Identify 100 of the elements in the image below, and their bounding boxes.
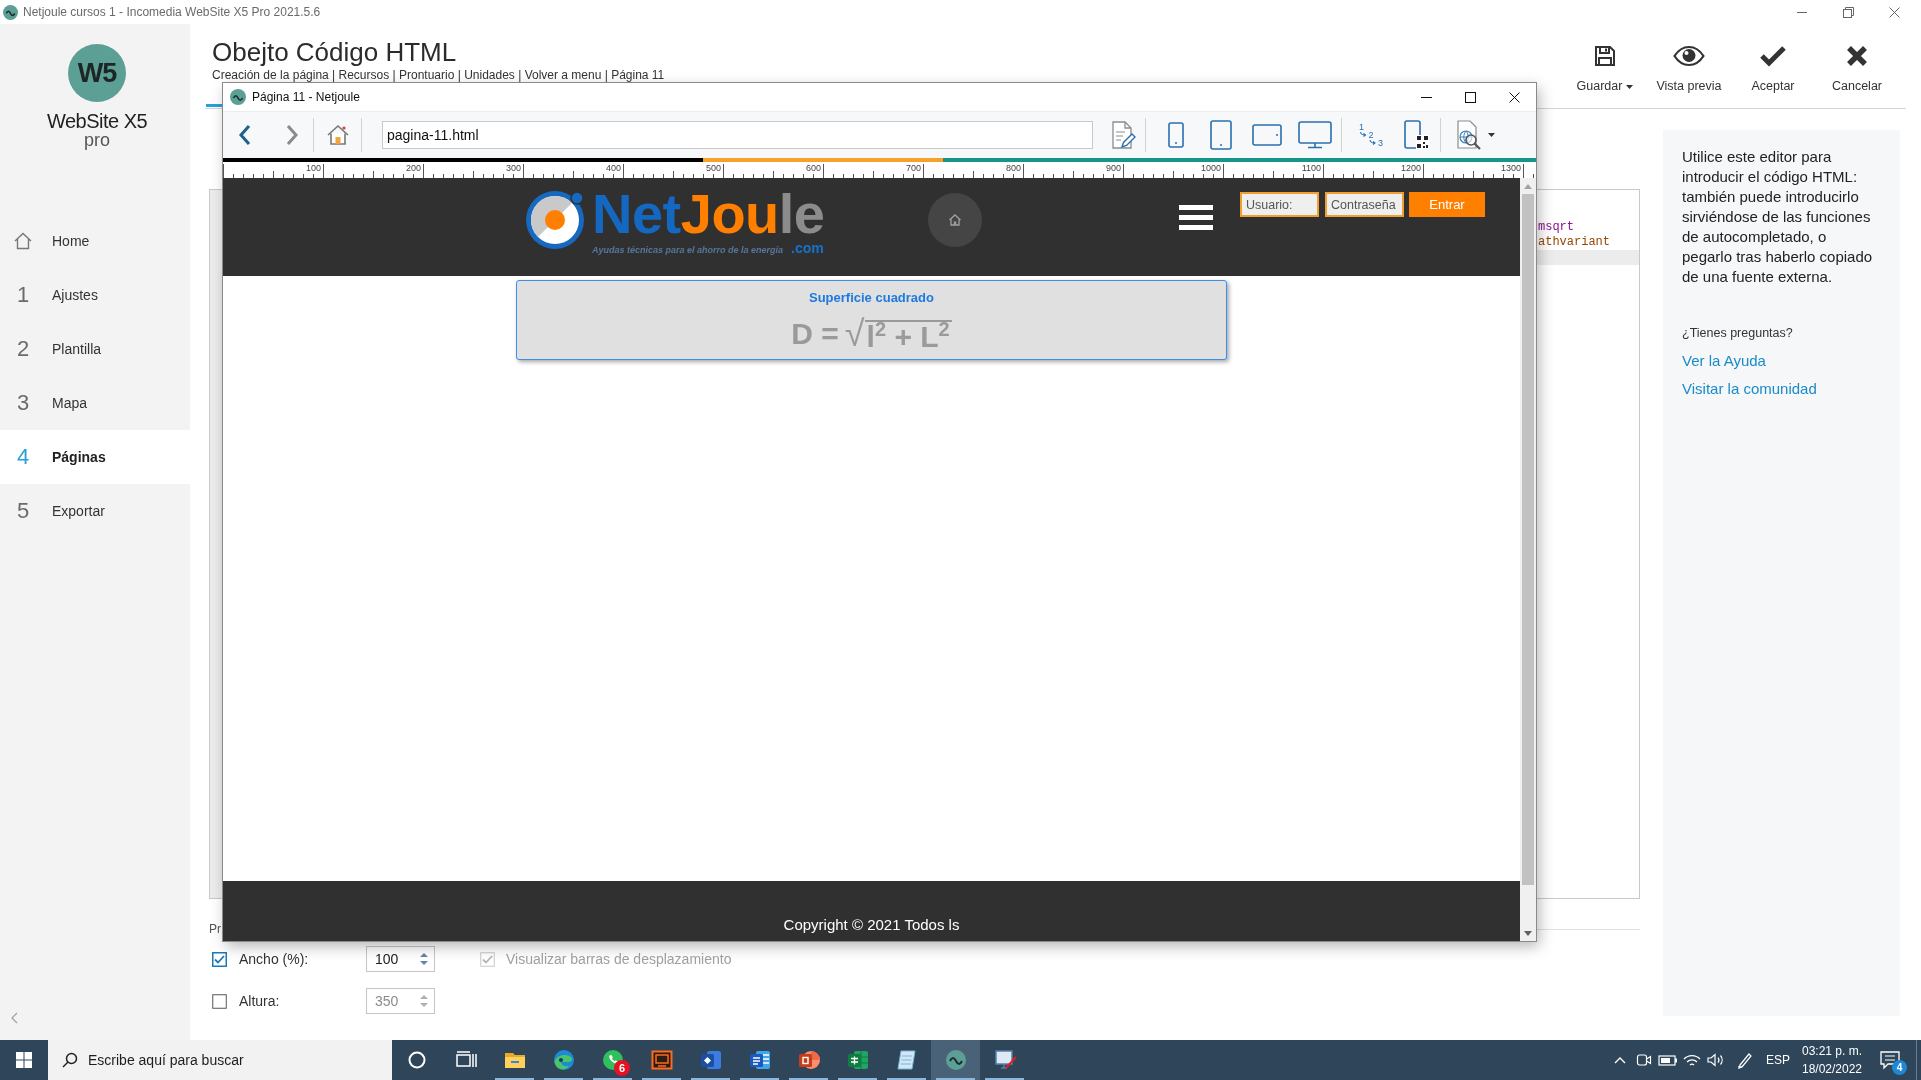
section-heading: Pr: [209, 922, 221, 936]
help-link[interactable]: Ver la Ayuda: [1682, 351, 1766, 371]
chevron-right-icon: [285, 124, 299, 146]
ruler-label: 1000: [1200, 162, 1221, 173]
monitor-icon: [992, 1048, 1017, 1072]
logo-domain: .com: [791, 240, 824, 256]
option-label: Ancho (%):: [239, 951, 309, 967]
globe-search-icon: [1455, 120, 1482, 150]
cancel-button[interactable]: Cancelar: [1815, 42, 1899, 98]
restore-icon: [1842, 6, 1854, 18]
sidebar-item[interactable]: 2 Plantilla: [0, 322, 190, 376]
ruler-label: 300: [505, 162, 521, 173]
window-title: Netjoule cursos 1 - Incomedia WebSite X5 Pro 2021.5.6: [23, 5, 321, 19]
ruler-label: 1100: [1301, 162, 1321, 173]
speaker-icon: [1707, 1053, 1725, 1067]
wifi-icon: [1683, 1053, 1701, 1067]
chevron-left-icon: [238, 124, 252, 146]
triangle-down-icon: [1524, 930, 1532, 936]
url-field[interactable]: pagina-11.html: [382, 121, 1093, 149]
window-title: Página 11 - Netjoule: [252, 90, 360, 104]
save-icon: [1593, 44, 1617, 68]
diagram-icon: [698, 1048, 723, 1072]
taskbar-app[interactable]: 6: [588, 1040, 637, 1080]
battery-icon: [1658, 1054, 1678, 1066]
sidebar-item[interactable]: 3 Mapa: [0, 376, 190, 430]
caret-icon: [1487, 133, 1495, 137]
document-icon: [747, 1048, 772, 1072]
menu-icon[interactable]: [1179, 205, 1213, 230]
presentation-icon: [649, 1048, 674, 1072]
ruler-label: 500: [705, 162, 721, 173]
logo-text: NetJoule: [592, 189, 825, 239]
close-icon: [1508, 91, 1520, 103]
close-icon: [1888, 6, 1900, 18]
home-icon: [948, 213, 962, 227]
help-link[interactable]: Visitar la comunidad: [1682, 379, 1817, 399]
language-indicator[interactable]: ESP: [1761, 1053, 1795, 1067]
browser-icon: [551, 1048, 576, 1072]
copyright-text: Copyright © 2021 Todos ls: [783, 916, 960, 935]
home-icon: [326, 123, 350, 147]
username-field[interactable]: Usuario:: [1240, 192, 1319, 217]
breadcrumb-text: Creación de la página | Recursos | Prontuario | Unidades | Volver a menu | Página 11: [212, 68, 665, 82]
phone-icon: [1168, 122, 1184, 148]
chevron-up-icon: [1614, 1056, 1626, 1064]
ruler-label: 900: [1105, 162, 1121, 173]
ruler-label: 700: [905, 162, 921, 173]
code-text: msqrt: [1538, 220, 1574, 234]
eye-icon: [1673, 46, 1705, 66]
help-question: ¿Tienes preguntas?: [1682, 325, 1793, 341]
chevron-left-icon: [10, 1012, 18, 1024]
search-field[interactable]: Escribe aquí para buscar: [48, 1040, 392, 1080]
logo-edition: pro: [84, 131, 110, 149]
page-title: Obejto Código HTML: [212, 36, 457, 68]
notification-badge: 6: [614, 1060, 630, 1076]
sidebar-item[interactable]: 1 Ajustes: [0, 268, 190, 322]
scrollbar-thumb[interactable]: [1522, 194, 1534, 885]
ruler-label: 400: [605, 162, 621, 173]
ruler-label: 1200: [1400, 162, 1421, 173]
sidebar-item[interactable]: 4 Páginas: [0, 430, 190, 484]
house-icon: [13, 231, 33, 251]
ruler-label: 1300: [1500, 162, 1521, 173]
app-icon: [230, 89, 246, 105]
code-text: athvariant: [1538, 235, 1610, 249]
ruler-label: 800: [1005, 162, 1021, 173]
notification-badge: 4: [1892, 1060, 1907, 1075]
close-icon: [1846, 45, 1868, 67]
option-label: Visualizar barras de desplazamiento: [506, 951, 732, 967]
document-pencil-icon: [1111, 121, 1135, 149]
logo-icon: [943, 1048, 968, 1072]
save-button[interactable]: Guardar: [1563, 42, 1647, 98]
sidebar-item[interactable]: 5 Exportar: [0, 484, 190, 538]
preview-button[interactable]: Vista previa: [1647, 42, 1731, 98]
app-icon: [3, 4, 18, 20]
number-field[interactable]: 100: [366, 946, 435, 972]
notifications-button[interactable]: 4: [1870, 1040, 1910, 1080]
checkbox[interactable]: [212, 951, 227, 967]
slides-icon: [796, 1048, 821, 1072]
search-icon: [62, 1052, 78, 1068]
spinner-icon: [420, 994, 428, 1008]
monitor-icon: [1298, 121, 1332, 149]
logo-mark: W5: [68, 44, 126, 102]
sidebar-item[interactable]: Home: [0, 214, 190, 268]
camera-icon: [1636, 1051, 1652, 1069]
triangle-up-icon: [1524, 183, 1532, 189]
help-text: Utilice este editor para introducir el código HTML: también puede introducirlo sirviéndose de las funciones de autocompletado, o pegarlo tras haberlo copiado de una fuente externa.: [1682, 147, 1874, 287]
clock-date[interactable]: 18/02/2022: [1801, 1060, 1863, 1078]
ruler-label: 100: [305, 162, 321, 173]
password-field[interactable]: Contraseña: [1325, 192, 1404, 217]
option-label: Altura:: [239, 993, 280, 1009]
numbering-button[interactable]: 1 2 3: [1352, 115, 1392, 155]
formula: D = √l$^{2}$ + L$^{2}$: [791, 316, 952, 352]
checkmark-icon: [1760, 45, 1786, 67]
windows-icon: [16, 1052, 32, 1068]
card-title: Superficie cuadrado: [809, 290, 934, 306]
clock-time[interactable]: 03:21 p. m.: [1801, 1042, 1862, 1060]
ruler-label: 200: [405, 162, 421, 173]
maximize-icon: [1464, 91, 1476, 103]
logo-text: WebSite X5: [46, 110, 148, 132]
accept-button[interactable]: Aceptar: [1731, 42, 1815, 98]
logo-tagline: Ayudas técnicas para el ahorro de la energía: [592, 245, 784, 255]
phone-qr-icon: [1404, 120, 1430, 150]
